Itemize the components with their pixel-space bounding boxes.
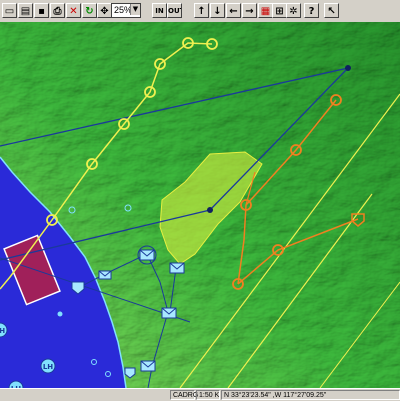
print-icon[interactable]: ⎙ bbox=[50, 3, 65, 18]
lh-unit-label: LH bbox=[43, 363, 53, 371]
waypoint-node[interactable] bbox=[345, 65, 351, 71]
chevron-down-icon[interactable]: ▼ bbox=[130, 4, 140, 15]
unit-icon[interactable] bbox=[169, 262, 185, 274]
unit-icon[interactable] bbox=[139, 249, 155, 261]
unit-icon[interactable] bbox=[161, 307, 177, 319]
delete-icon[interactable]: ✕ bbox=[66, 3, 81, 18]
map-canvas[interactable]: LH LH LH bbox=[0, 22, 400, 396]
arrow-left-icon[interactable]: ← bbox=[226, 3, 241, 18]
toolbar: ▭ ▤ ▪ ⎙ ✕ ↻ ✥ 25% ▼ IN OUT ↑ ↓ ← → ▦ ⊞ ✲… bbox=[0, 0, 400, 23]
chart-type: CADRG bbox=[170, 390, 198, 400]
move-icon[interactable]: ✥ bbox=[97, 3, 112, 18]
arrow-up-icon[interactable]: ↑ bbox=[194, 3, 209, 18]
arrow-right-icon[interactable]: → bbox=[242, 3, 257, 18]
marker-dot bbox=[57, 311, 63, 317]
zoom-out-button[interactable]: OUT bbox=[167, 3, 182, 18]
help-icon[interactable]: ? bbox=[304, 3, 319, 18]
status-bar: CADRG 1:50 K N 33°23'23.54" ,W 117°27'09… bbox=[0, 388, 400, 401]
unit-icon[interactable] bbox=[98, 270, 112, 280]
lh-unit-label: LH bbox=[0, 327, 5, 335]
grid-icon[interactable]: ⊞ bbox=[272, 3, 287, 18]
new-file-icon[interactable]: ▭ bbox=[2, 3, 17, 18]
save-icon[interactable]: ▪ bbox=[34, 3, 49, 18]
cursor-coordinates: N 33°23'23.54" ,W 117°27'09.25" bbox=[221, 390, 400, 400]
zoom-in-button[interactable]: IN bbox=[152, 3, 167, 18]
pointer-help-icon[interactable]: ↖ bbox=[324, 3, 339, 18]
open-folder-icon[interactable]: ▤ bbox=[18, 3, 33, 18]
arrow-down-icon[interactable]: ↓ bbox=[210, 3, 225, 18]
waypoint-node[interactable] bbox=[207, 207, 213, 213]
refresh-icon[interactable]: ↻ bbox=[82, 3, 97, 18]
lh-unit[interactable]: LH bbox=[40, 358, 56, 374]
settings-icon[interactable]: ✲ bbox=[286, 3, 301, 18]
unit-icon[interactable] bbox=[140, 360, 156, 372]
layers-icon[interactable]: ▦ bbox=[258, 3, 273, 18]
map-scale: 1:50 K bbox=[196, 390, 220, 400]
